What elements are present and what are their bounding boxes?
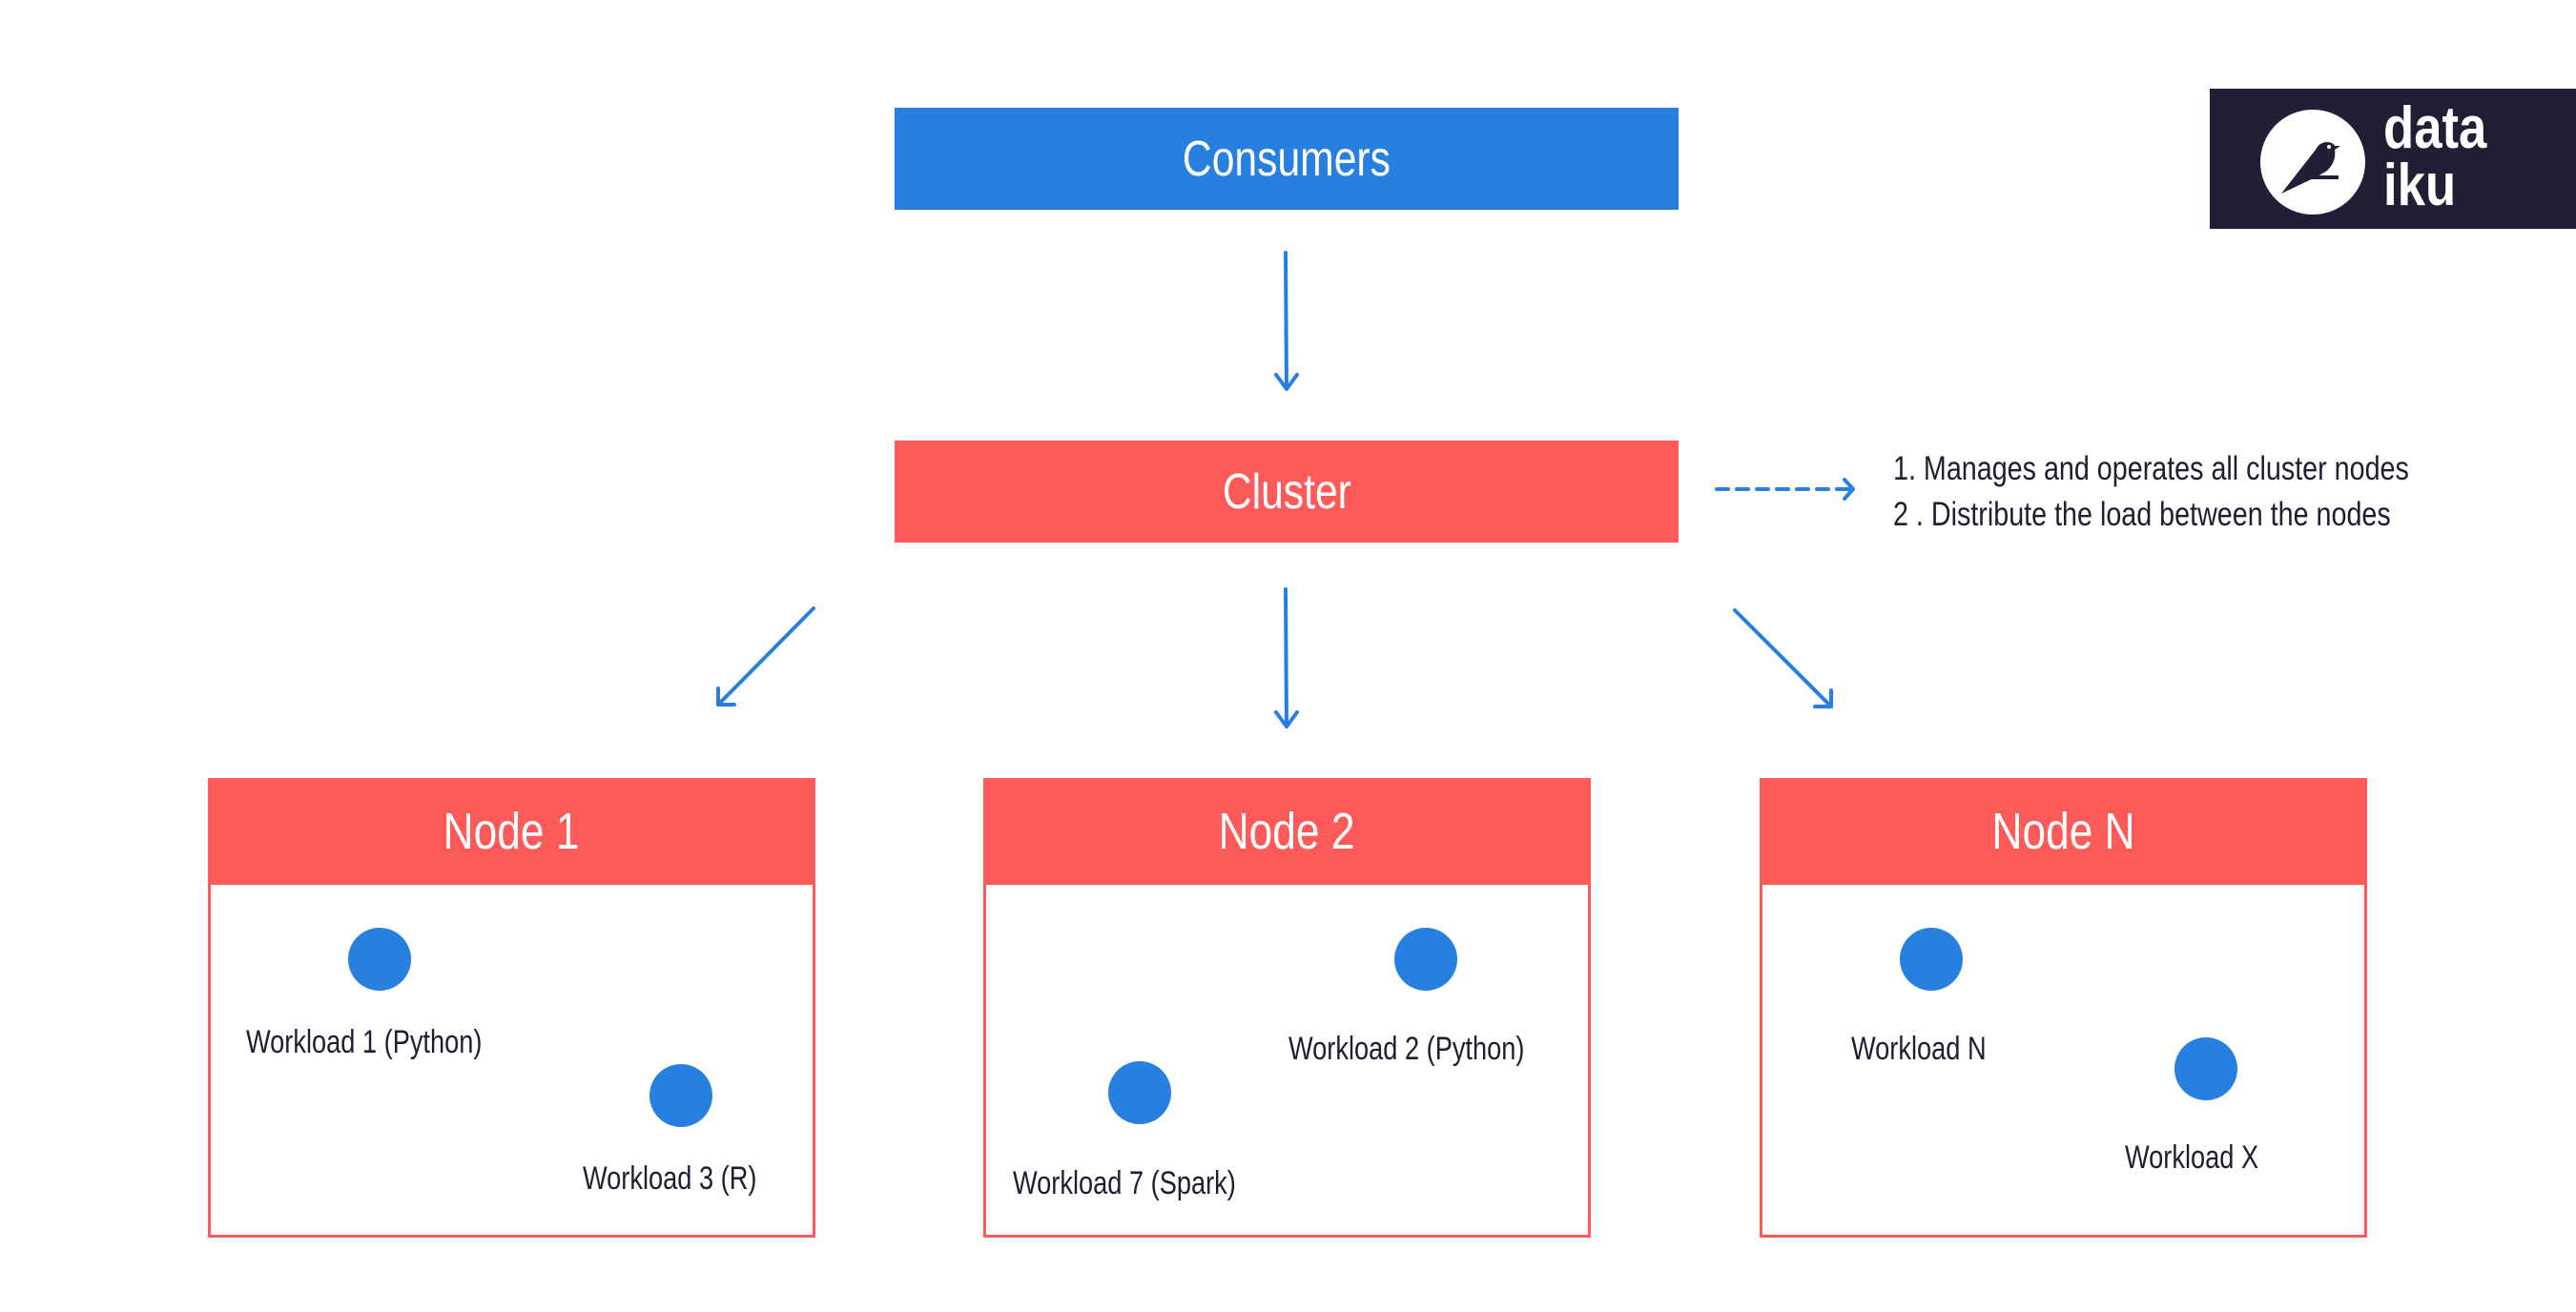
node-n: Node N Workload N Workload X xyxy=(1760,778,2367,1238)
workload-label: Workload X xyxy=(2125,1139,2259,1176)
node-2: Node 2 Workload 2 (Python) Workload 7 (S… xyxy=(983,778,1591,1238)
workload-dot xyxy=(649,1064,712,1127)
workload-dot xyxy=(1900,928,1963,991)
workload-label: Workload N xyxy=(1851,1031,1987,1067)
node-n-label: Node N xyxy=(1991,803,2135,860)
arrow-cluster-to-notes-dashed xyxy=(1715,478,1855,501)
cluster-note-2: 2 . Distribute the load between the node… xyxy=(1893,496,2391,533)
workload-dot xyxy=(2174,1037,2237,1100)
consumers-label: Consumers xyxy=(1182,131,1391,187)
workload-label: Workload 2 (Python) xyxy=(1288,1031,1525,1067)
node-n-header: Node N xyxy=(1760,778,2367,885)
logo-line-2: iku xyxy=(2383,153,2457,218)
arrow-cluster-to-node2 xyxy=(1274,587,1299,728)
cluster-label: Cluster xyxy=(1222,463,1351,520)
node-1-header: Node 1 xyxy=(208,778,815,885)
bird-icon xyxy=(2260,110,2365,215)
consumers-box: Consumers xyxy=(895,108,1679,210)
dataiku-logo: data iku xyxy=(2210,89,2576,229)
logo-line-1: data xyxy=(2383,95,2487,161)
node-1: Node 1 Workload 1 (Python) Workload 3 (R… xyxy=(208,778,815,1238)
workload-dot xyxy=(1394,928,1457,991)
arrow-cluster-to-noden xyxy=(1733,608,1833,708)
arrow-cluster-to-node1 xyxy=(716,606,815,707)
cluster-notes: 1. Manages and operates all cluster node… xyxy=(1893,446,2523,538)
node-2-label: Node 2 xyxy=(1219,803,1355,860)
workload-dot xyxy=(1108,1061,1171,1124)
node-1-label: Node 1 xyxy=(443,803,580,860)
logo-wordmark: data iku xyxy=(2383,95,2504,218)
workload-label: Workload 7 (Spark) xyxy=(1013,1165,1236,1201)
cluster-note-1: 1. Manages and operates all cluster node… xyxy=(1893,450,2409,487)
arrow-consumers-to-cluster xyxy=(1274,251,1299,391)
node-2-header: Node 2 xyxy=(983,778,1591,885)
cluster-box: Cluster xyxy=(895,441,1679,543)
workload-label: Workload 3 (R) xyxy=(583,1160,757,1197)
workload-label: Workload 1 (Python) xyxy=(246,1024,483,1060)
workload-dot xyxy=(348,928,411,991)
